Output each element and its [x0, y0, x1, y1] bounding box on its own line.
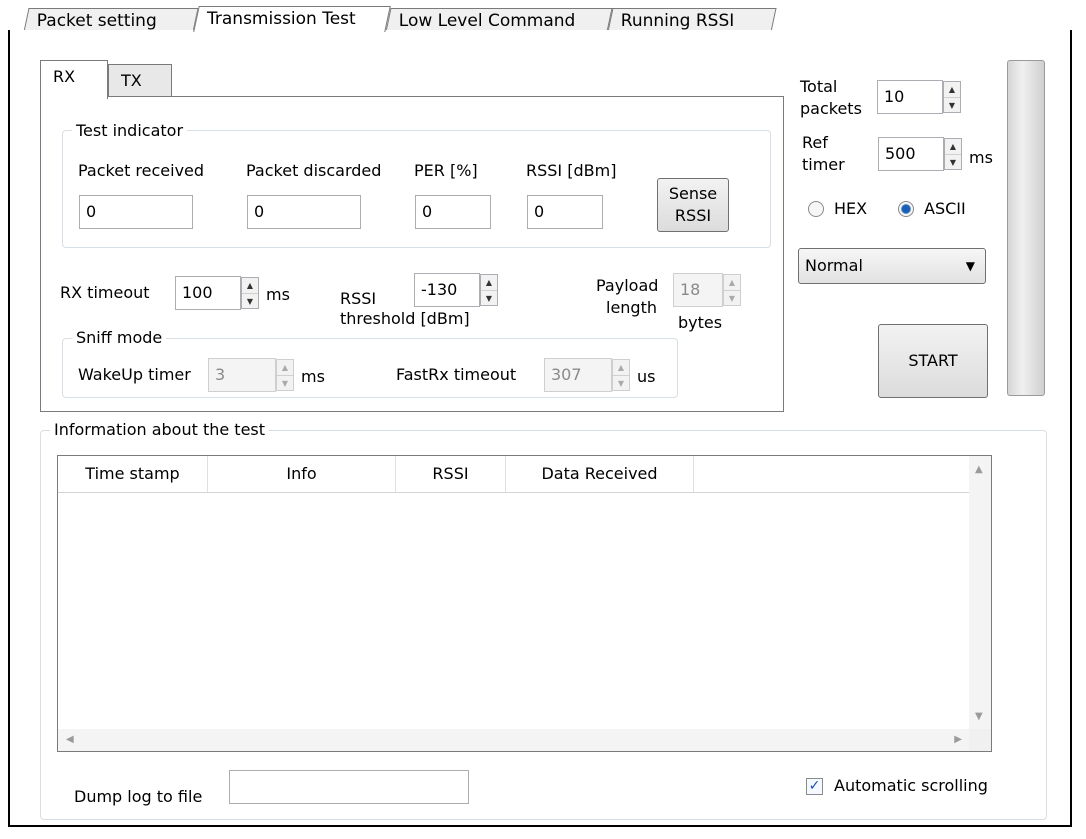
tab-transmission-test[interactable]: Transmission Test — [193, 6, 391, 32]
spin-up-icon[interactable]: ▲ — [613, 360, 629, 376]
dump-log-label: Dump log to file — [74, 787, 203, 806]
log-list[interactable]: Time stamp Info RSSI Data Received ▲ ▼ ◀… — [57, 455, 992, 752]
subtab-rx[interactable]: RX — [40, 60, 108, 99]
vertical-scrollbar[interactable]: ▲ ▼ — [969, 456, 991, 730]
packet-discarded-label: Packet discarded — [246, 161, 382, 180]
spin-down-icon[interactable]: ▼ — [724, 291, 740, 306]
scrollbar-corner — [969, 729, 991, 751]
horizontal-scrollbar[interactable]: ◀ ▶ — [58, 729, 970, 751]
total-packets-field[interactable]: 10 — [877, 80, 943, 114]
wakeup-timer-unit: ms — [301, 367, 325, 386]
rssi-threshold-field[interactable]: -130 — [414, 273, 480, 307]
total-packets-spinner[interactable]: ▲ ▼ — [943, 81, 961, 113]
col-info[interactable]: Info — [208, 456, 396, 492]
spin-down-icon[interactable]: ▼ — [277, 376, 293, 391]
spin-up-icon[interactable]: ▲ — [277, 360, 293, 376]
fastrx-timeout-field[interactable]: 307 — [544, 358, 612, 392]
total-packets-label-line2: packets — [800, 99, 862, 118]
spin-up-icon[interactable]: ▲ — [945, 139, 961, 155]
rx-timeout-spinner[interactable]: ▲ ▼ — [241, 277, 259, 309]
per-label: PER [%] — [414, 161, 478, 180]
spin-down-icon[interactable]: ▼ — [944, 98, 960, 113]
ref-timer-unit: ms — [969, 148, 993, 167]
packet-received-label: Packet received — [78, 161, 205, 180]
wakeup-timer-spinner[interactable]: ▲ ▼ — [276, 359, 294, 391]
rssi-threshold-label-line1: RSSI — [340, 289, 377, 308]
wakeup-timer-label: WakeUp timer — [78, 365, 191, 384]
spin-down-icon[interactable]: ▼ — [945, 155, 961, 170]
rssi-field[interactable]: 0 — [527, 195, 603, 229]
payload-length-field[interactable]: 18 — [673, 273, 723, 307]
spin-down-icon[interactable]: ▼ — [242, 294, 258, 309]
payload-label-line1: Payload — [596, 276, 659, 295]
log-list-header: Time stamp Info RSSI Data Received — [58, 456, 970, 493]
ref-timer-spinner[interactable]: ▲ ▼ — [944, 138, 962, 170]
payload-unit: bytes — [678, 313, 723, 332]
fastrx-timeout-unit: us — [637, 367, 656, 386]
scroll-right-icon[interactable]: ▶ — [954, 734, 962, 745]
payload-length-spinner[interactable]: ▲ ▼ — [723, 274, 741, 306]
test-indicator-title: Test indicator — [72, 121, 188, 140]
sniff-mode-title: Sniff mode — [72, 328, 167, 347]
rssi-threshold-label-line2: threshold [dBm] — [340, 309, 470, 328]
spin-up-icon[interactable]: ▲ — [724, 275, 740, 291]
mode-select[interactable]: Normal ▼ — [798, 248, 986, 284]
start-button[interactable]: START — [878, 324, 988, 398]
payload-label-line2: length — [606, 298, 657, 317]
progress-bar — [1007, 60, 1045, 396]
rssi-label: RSSI [dBm] — [526, 161, 617, 180]
automatic-scrolling-checkbox[interactable]: ✓ — [806, 778, 823, 795]
fastrx-timeout-label: FastRx timeout — [396, 365, 517, 384]
scroll-left-icon[interactable]: ◀ — [66, 734, 74, 745]
tab-low-level-command[interactable]: Low Level Command — [385, 8, 613, 32]
rx-timeout-field[interactable]: 100 — [175, 276, 241, 310]
col-rssi[interactable]: RSSI — [396, 456, 506, 492]
packet-received-field[interactable]: 0 — [79, 195, 193, 229]
fastrx-timeout-spinner[interactable]: ▲ ▼ — [612, 359, 630, 391]
ref-timer-label-line1: Ref — [802, 133, 828, 152]
col-time-stamp[interactable]: Time stamp — [58, 456, 208, 492]
packet-discarded-field[interactable]: 0 — [247, 195, 361, 229]
ascii-label: ASCII — [924, 199, 966, 218]
rx-timeout-label: RX timeout — [60, 283, 150, 302]
hex-radio[interactable] — [808, 201, 824, 217]
rssi-threshold-spinner[interactable]: ▲ ▼ — [480, 274, 498, 306]
ref-timer-label-line2: timer — [802, 155, 845, 174]
ref-timer-field[interactable]: 500 — [878, 137, 944, 171]
automatic-scrolling-label: Automatic scrolling — [834, 776, 988, 795]
total-packets-label-line1: Total — [800, 77, 838, 96]
tab-packet-setting[interactable]: Packet setting — [23, 8, 199, 32]
per-field[interactable]: 0 — [415, 195, 491, 229]
spin-up-icon[interactable]: ▲ — [481, 275, 497, 291]
spin-up-icon[interactable]: ▲ — [944, 82, 960, 98]
tab-running-rssi[interactable]: Running RSSI — [607, 8, 777, 32]
col-data-received[interactable]: Data Received — [506, 456, 694, 492]
info-title: Information about the test — [50, 420, 270, 439]
sense-rssi-button[interactable]: Sense RSSI — [657, 178, 729, 232]
subtab-tx[interactable]: TX — [108, 64, 172, 100]
rx-timeout-unit: ms — [266, 285, 290, 304]
wakeup-timer-field[interactable]: 3 — [208, 358, 276, 392]
dropdown-arrow-icon: ▼ — [965, 259, 975, 273]
spin-down-icon[interactable]: ▼ — [613, 376, 629, 391]
scroll-up-icon[interactable]: ▲ — [975, 464, 983, 475]
spin-down-icon[interactable]: ▼ — [481, 291, 497, 306]
scroll-down-icon[interactable]: ▼ — [975, 711, 983, 722]
spin-up-icon[interactable]: ▲ — [242, 278, 258, 294]
hex-label: HEX — [834, 199, 868, 218]
ascii-radio[interactable] — [898, 201, 914, 217]
dump-log-field[interactable] — [229, 770, 469, 804]
